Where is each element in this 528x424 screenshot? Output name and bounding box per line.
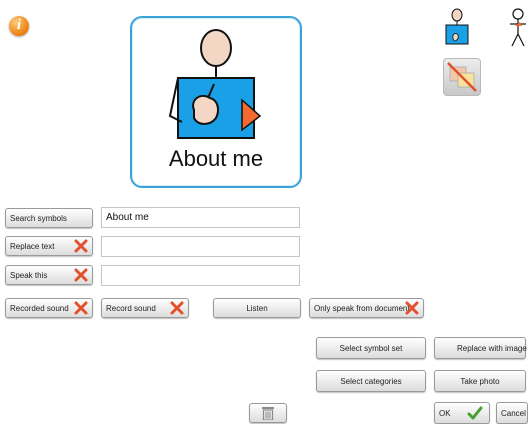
record-sound-button[interactable]: Record sound xyxy=(101,298,189,318)
select-symbol-set-button[interactable]: Select symbol set xyxy=(316,337,426,359)
listen-button[interactable]: Listen xyxy=(213,298,301,318)
search-input[interactable]: About me xyxy=(101,207,300,228)
remove-x-icon[interactable] xyxy=(74,301,88,315)
remove-x-icon[interactable] xyxy=(405,301,419,315)
speak-this-button[interactable]: Speak this xyxy=(5,265,93,285)
replace-text-input[interactable] xyxy=(101,236,300,257)
remove-x-icon[interactable] xyxy=(74,239,88,253)
only-speak-label: Only speak from document xyxy=(314,303,410,313)
recorded-sound-button[interactable]: Recorded sound xyxy=(5,298,93,318)
replace-text-label: Replace text xyxy=(10,241,55,251)
speak-this-label: Speak this xyxy=(10,270,48,280)
replace-with-image-button[interactable]: Replace with image xyxy=(434,337,527,359)
speak-this-input[interactable] xyxy=(101,265,300,286)
select-categories-button[interactable]: Select categories xyxy=(316,370,426,392)
stick-figure-icon[interactable] xyxy=(508,8,528,48)
replace-text-button[interactable]: Replace text xyxy=(5,236,93,256)
symbol-card[interactable]: About me xyxy=(130,16,302,188)
person-symbol-icon xyxy=(168,29,262,139)
take-photo-button[interactable]: Take photo xyxy=(434,370,526,392)
symbol-preview-icon[interactable] xyxy=(444,8,470,48)
no-picture-icon[interactable] xyxy=(443,58,481,96)
green-check-icon xyxy=(467,406,483,420)
remove-x-icon[interactable] xyxy=(74,268,88,282)
remove-x-icon[interactable] xyxy=(170,301,184,315)
search-symbols-button[interactable]: Search symbols xyxy=(5,208,93,228)
ok-label: OK xyxy=(439,408,451,418)
info-icon[interactable]: i xyxy=(9,16,29,36)
trash-icon[interactable] xyxy=(249,403,287,423)
recorded-sound-label: Recorded sound xyxy=(10,303,69,313)
only-speak-toggle[interactable]: Only speak from document xyxy=(309,298,424,318)
record-sound-label: Record sound xyxy=(106,303,156,313)
symbol-label: About me xyxy=(168,146,264,171)
